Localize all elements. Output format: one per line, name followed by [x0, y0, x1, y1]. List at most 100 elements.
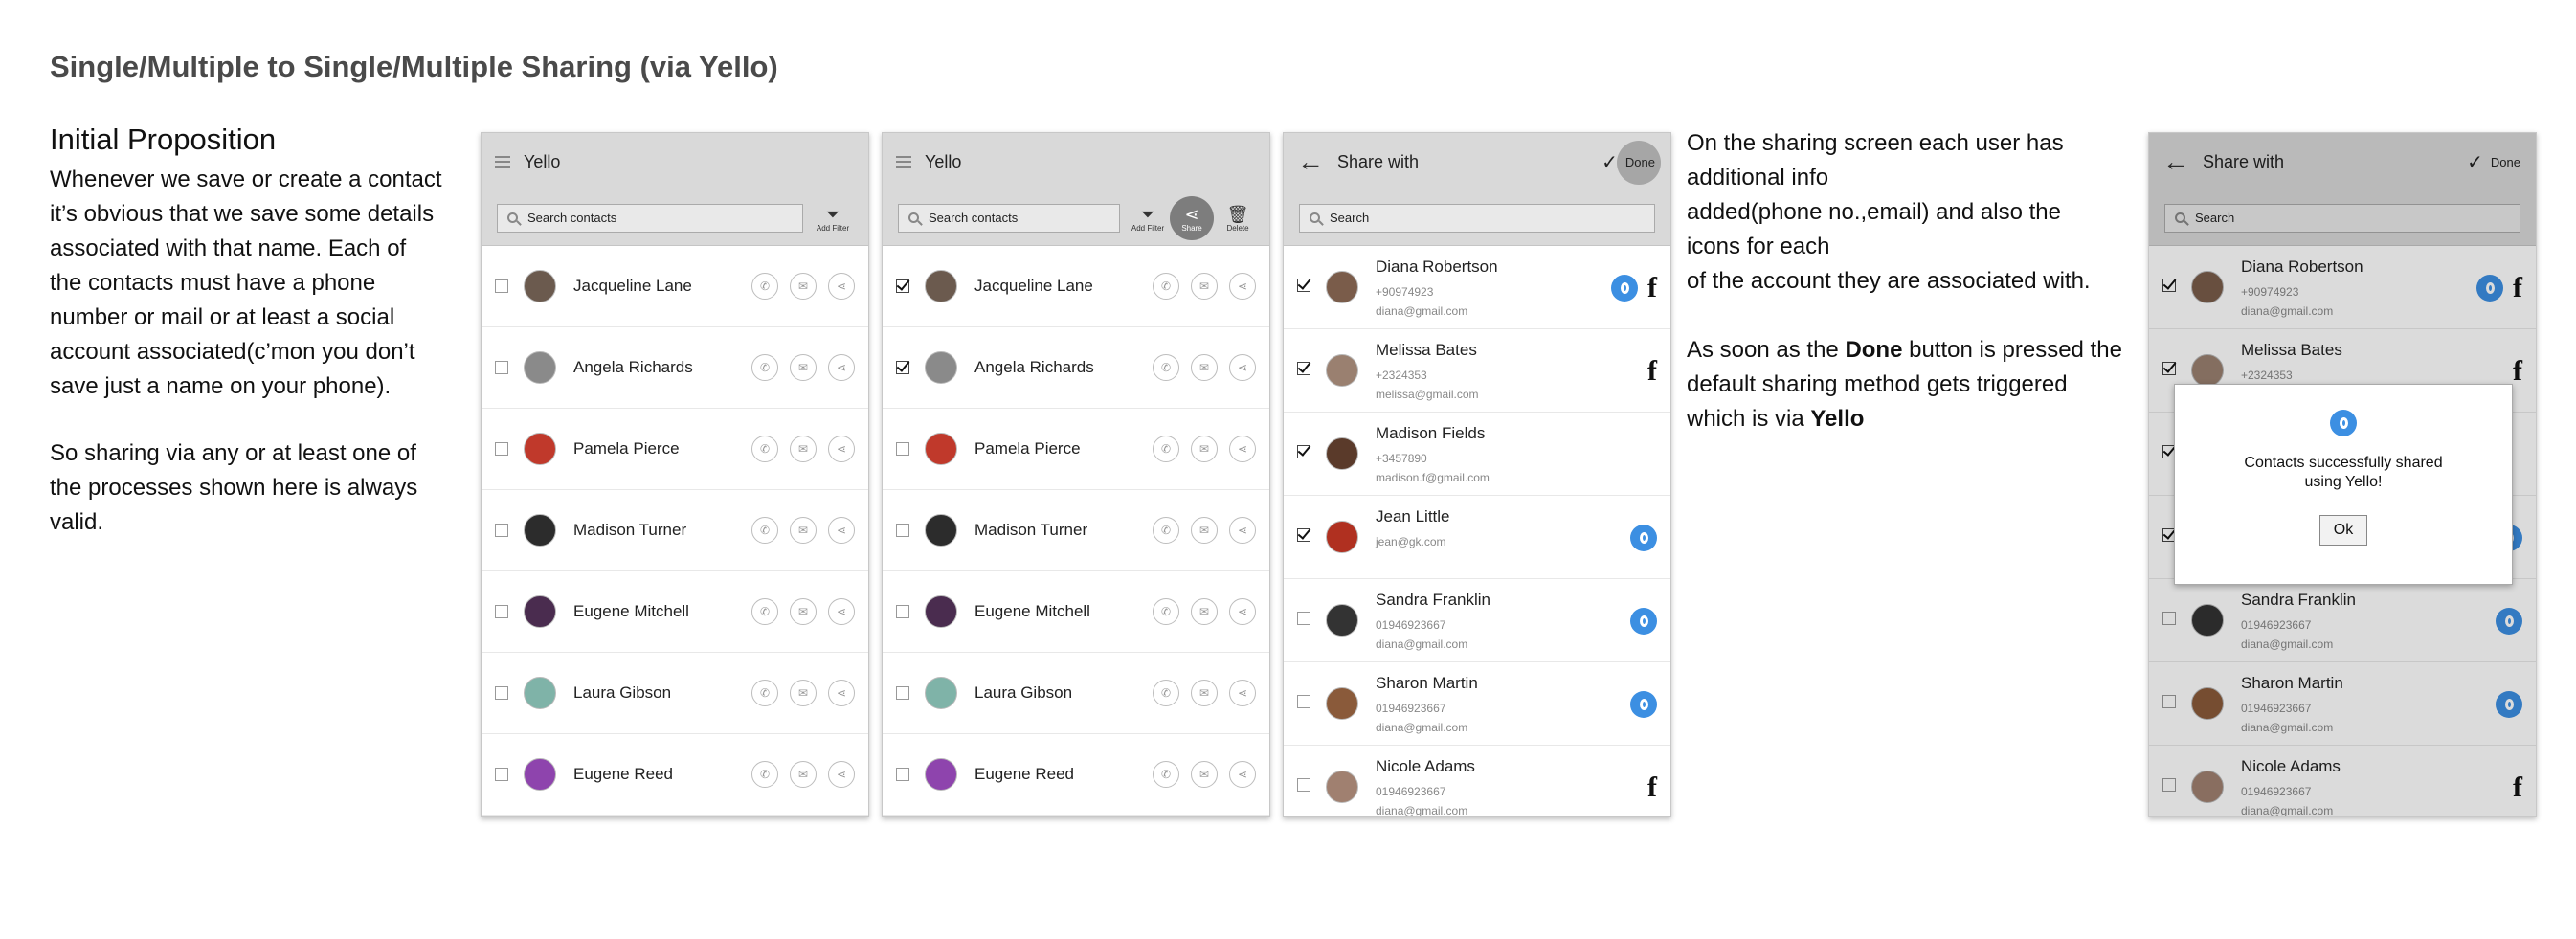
- share-contact-row[interactable]: Diana Robertson +90974923 diana@gmail.com f: [1284, 246, 1670, 329]
- menu-icon[interactable]: [495, 156, 510, 168]
- contact-checkbox[interactable]: [896, 524, 909, 537]
- call-icon[interactable]: ✆: [751, 517, 778, 544]
- mail-icon[interactable]: ✉: [1191, 273, 1218, 300]
- back-arrow-icon[interactable]: ←: [1297, 148, 1324, 175]
- contact-detail-secondary: diana@gmail.com: [1376, 721, 1468, 734]
- call-icon[interactable]: ✆: [1153, 680, 1179, 706]
- done-button[interactable]: ✓ Done: [1602, 133, 1655, 190]
- contact-checkbox[interactable]: [495, 686, 508, 700]
- contact-row[interactable]: Eugene Mitchell ✆ ✉ ⋖: [883, 571, 1269, 653]
- share-icon[interactable]: ⋖: [1229, 436, 1256, 462]
- share-contact-row[interactable]: Melissa Bates +2324353 melissa@gmail.com f: [1284, 329, 1670, 413]
- call-icon[interactable]: ✆: [1153, 761, 1179, 788]
- mail-icon[interactable]: ✉: [790, 680, 817, 706]
- contact-row[interactable]: Madison Turner ✆ ✉ ⋖: [883, 490, 1269, 571]
- share-icon[interactable]: ⋖: [1229, 354, 1256, 381]
- call-icon[interactable]: ✆: [751, 761, 778, 788]
- mail-icon[interactable]: ✉: [1191, 598, 1218, 625]
- share-icon[interactable]: ⋖: [828, 273, 855, 300]
- contact-checkbox[interactable]: [1297, 279, 1310, 292]
- share-icon[interactable]: ⋖: [828, 680, 855, 706]
- contact-checkbox[interactable]: [896, 768, 909, 781]
- share-icon[interactable]: ⋖: [828, 436, 855, 462]
- mail-icon[interactable]: ✉: [790, 761, 817, 788]
- add-filter-button[interactable]: ⏷ Add Filter: [811, 196, 855, 240]
- contact-checkbox[interactable]: [896, 279, 909, 293]
- share-icon[interactable]: ⋖: [828, 761, 855, 788]
- contact-checkbox[interactable]: [495, 605, 508, 618]
- mail-icon[interactable]: ✉: [790, 354, 817, 381]
- contact-row[interactable]: Laura Gibson ✆ ✉ ⋖: [482, 653, 868, 734]
- mail-icon[interactable]: ✉: [1191, 517, 1218, 544]
- call-icon[interactable]: ✆: [1153, 517, 1179, 544]
- search-input[interactable]: Search: [1299, 203, 1655, 233]
- share-contact-row[interactable]: Sharon Martin 01946923667 diana@gmail.com: [1284, 662, 1670, 746]
- contact-row[interactable]: Jacqueline Lane ✆ ✉ ⋖: [883, 246, 1269, 327]
- delete-button[interactable]: 🗑 Delete: [1216, 196, 1260, 240]
- contact-row[interactable]: Eugene Reed ✆ ✉ ⋖: [883, 734, 1269, 816]
- contact-checkbox[interactable]: [495, 279, 508, 293]
- contact-row[interactable]: Pamela Pierce ✆ ✉ ⋖: [482, 409, 868, 490]
- contact-checkbox[interactable]: [896, 605, 909, 618]
- call-icon[interactable]: ✆: [751, 598, 778, 625]
- mail-icon[interactable]: ✉: [1191, 436, 1218, 462]
- call-icon[interactable]: ✆: [1153, 598, 1179, 625]
- mail-icon[interactable]: ✉: [790, 517, 817, 544]
- call-icon[interactable]: ✆: [751, 436, 778, 462]
- mail-icon[interactable]: ✉: [790, 273, 817, 300]
- share-contact-row[interactable]: Sandra Franklin 01946923667 diana@gmail.co…: [1284, 579, 1670, 662]
- contact-row[interactable]: Laura Gibson ✆ ✉ ⋖: [883, 653, 1269, 734]
- mail-icon[interactable]: ✉: [790, 598, 817, 625]
- share-contact-row[interactable]: Nicole Adams 01946923667 diana@gmail.com f: [1284, 746, 1670, 816]
- contact-name: Sharon Martin: [1376, 674, 1478, 692]
- share-icon[interactable]: ⋖: [828, 354, 855, 381]
- share-icon[interactable]: ⋖: [1229, 517, 1256, 544]
- contact-checkbox[interactable]: [1297, 695, 1310, 708]
- share-icon[interactable]: ⋖: [1229, 761, 1256, 788]
- call-icon[interactable]: ✆: [751, 273, 778, 300]
- contact-row[interactable]: Jacqueline Lane ✆ ✉ ⋖: [482, 246, 868, 327]
- mail-icon[interactable]: ✉: [1191, 680, 1218, 706]
- share-icon[interactable]: ⋖: [828, 517, 855, 544]
- ok-button[interactable]: Ok: [2318, 515, 2368, 546]
- contact-checkbox[interactable]: [1297, 612, 1310, 625]
- search-input[interactable]: Search contacts: [898, 203, 1120, 233]
- contact-row[interactable]: Pamela Pierce ✆ ✉ ⋖: [883, 409, 1269, 490]
- contact-info: Jean Little jean@gk.com: [1376, 507, 1630, 551]
- share-icon[interactable]: ⋖: [828, 598, 855, 625]
- mail-icon[interactable]: ✉: [1191, 354, 1218, 381]
- contact-checkbox[interactable]: [896, 442, 909, 456]
- share-button[interactable]: ⋖ Share: [1170, 196, 1214, 240]
- share-icon[interactable]: ⋖: [1229, 680, 1256, 706]
- contact-name: Jacqueline Lane: [573, 277, 692, 295]
- contact-checkbox[interactable]: [1297, 528, 1310, 542]
- contact-checkbox[interactable]: [495, 768, 508, 781]
- call-icon[interactable]: ✆: [1153, 354, 1179, 381]
- mail-icon[interactable]: ✉: [1191, 761, 1218, 788]
- search-input[interactable]: Search contacts: [497, 203, 803, 233]
- contact-row[interactable]: Eugene Reed ✆ ✉ ⋖: [482, 734, 868, 816]
- call-icon[interactable]: ✆: [751, 354, 778, 381]
- share-icon[interactable]: ⋖: [1229, 273, 1256, 300]
- share-contact-row[interactable]: Jean Little jean@gk.com: [1284, 496, 1670, 579]
- contact-checkbox[interactable]: [1297, 362, 1310, 375]
- call-icon[interactable]: ✆: [1153, 436, 1179, 462]
- contact-checkbox[interactable]: [896, 686, 909, 700]
- add-filter-button[interactable]: ⏷ Add Filter: [1126, 196, 1170, 240]
- contact-row[interactable]: Madison Turner ✆ ✉ ⋖: [482, 490, 868, 571]
- contact-row[interactable]: Eugene Mitchell ✆ ✉ ⋖: [482, 571, 868, 653]
- contact-row[interactable]: Angela Richards ✆ ✉ ⋖: [883, 327, 1269, 409]
- contact-checkbox[interactable]: [1297, 445, 1310, 458]
- mail-icon[interactable]: ✉: [790, 436, 817, 462]
- share-contact-row[interactable]: Madison Fields +3457890 madison.f@gmail.co…: [1284, 413, 1670, 496]
- contact-row[interactable]: Angela Richards ✆ ✉ ⋖: [482, 327, 868, 409]
- contact-checkbox[interactable]: [495, 361, 508, 374]
- call-icon[interactable]: ✆: [751, 680, 778, 706]
- contact-checkbox[interactable]: [896, 361, 909, 374]
- share-icon[interactable]: ⋖: [1229, 598, 1256, 625]
- contact-checkbox[interactable]: [495, 442, 508, 456]
- contact-checkbox[interactable]: [1297, 778, 1310, 792]
- menu-icon[interactable]: [896, 156, 911, 168]
- call-icon[interactable]: ✆: [1153, 273, 1179, 300]
- contact-checkbox[interactable]: [495, 524, 508, 537]
